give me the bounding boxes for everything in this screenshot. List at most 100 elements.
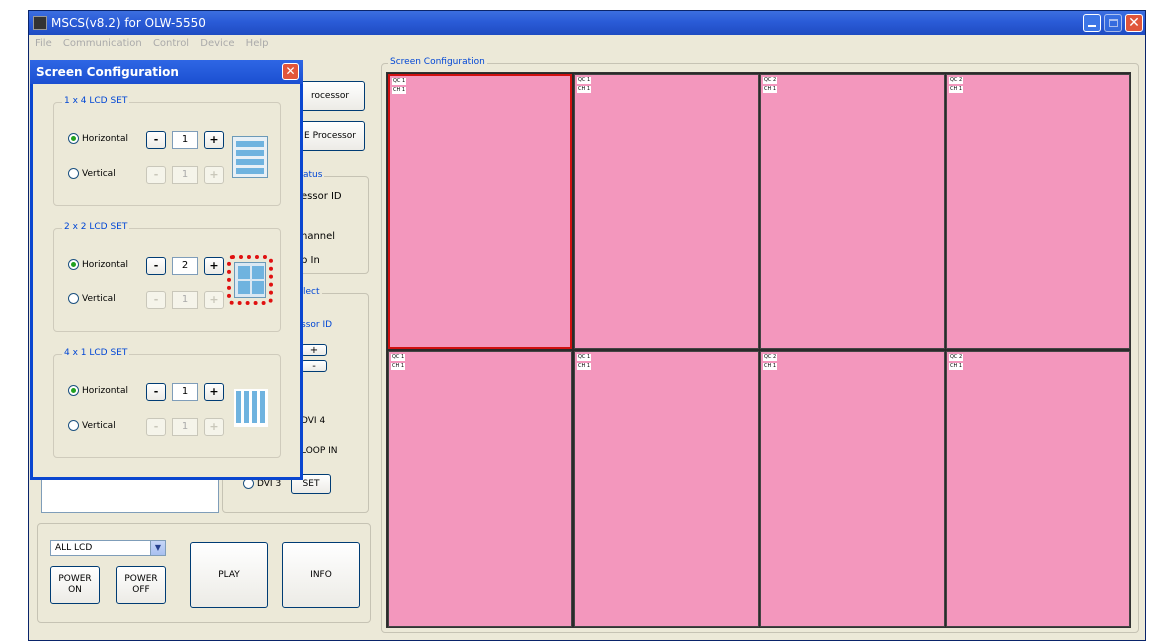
layout-1x4-icon[interactable] xyxy=(232,136,268,178)
dialog-title: Screen Configuration xyxy=(36,65,179,79)
radio-2x2-horizontal[interactable]: Horizontal xyxy=(68,259,128,270)
maximize-button[interactable] xyxy=(1104,14,1122,32)
minus-button[interactable]: - xyxy=(146,131,166,149)
layout-bar xyxy=(236,159,264,165)
layout-2x2-icon[interactable] xyxy=(234,262,266,298)
lcd-cell[interactable]: QC 1 CH 1 xyxy=(388,74,572,349)
layout-quad xyxy=(238,281,250,294)
value-field[interactable]: 2 xyxy=(172,257,198,275)
lcd-cell[interactable]: QC 1 CH 1 xyxy=(574,351,759,627)
lcd-cell[interactable]: QC 2 CH 1 xyxy=(760,74,945,349)
status-channel: hannel xyxy=(301,231,336,242)
minimize-button[interactable] xyxy=(1083,14,1101,32)
minus-button[interactable]: - xyxy=(146,418,166,436)
radio-label: Vertical xyxy=(82,168,116,179)
value-field[interactable]: 1 xyxy=(172,166,198,184)
chevron-down-icon[interactable]: ▼ xyxy=(150,541,165,555)
processor-button[interactable]: rocessor xyxy=(295,81,365,111)
lcd-cell[interactable]: QC 1 CH 1 xyxy=(388,351,572,627)
radio-dot[interactable] xyxy=(68,293,79,304)
cell-qc-label: QC 2 xyxy=(949,77,964,84)
lcd-select[interactable]: ALL LCD ▼ xyxy=(50,540,166,556)
select-minus-button[interactable]: - xyxy=(301,360,327,372)
info-button[interactable]: INFO xyxy=(282,542,360,608)
cell-ch-label: CH 1 xyxy=(577,86,592,93)
radio-4x1-horizontal[interactable]: Horizontal xyxy=(68,385,128,396)
power-off-button[interactable]: POWER OFF xyxy=(116,566,166,604)
value-field[interactable]: 1 xyxy=(172,418,198,436)
radio-dot[interactable] xyxy=(68,168,79,179)
radio-1x4-horizontal[interactable]: Horizontal xyxy=(68,133,128,144)
select-plus-button[interactable]: + xyxy=(301,344,327,356)
cell-ch-label: CH 1 xyxy=(577,363,592,370)
radio-1x4-vertical[interactable]: Vertical xyxy=(68,168,116,179)
section-2x2: 2 x 2 LCD SET Horizontal Vertical - 2 + … xyxy=(53,222,281,332)
plus-button[interactable]: + xyxy=(204,383,224,401)
menu-bar: File Communication Control Device Help xyxy=(29,35,1145,52)
cell-qc-label: QC 1 xyxy=(577,354,592,361)
select-processor-id-label: ssor ID xyxy=(301,320,333,330)
cell-ch-label: CH 1 xyxy=(949,86,964,93)
menu-communication[interactable]: Communication xyxy=(63,38,142,49)
control-group: ALL LCD ▼ POWER ON POWER OFF PLAY INFO xyxy=(37,523,371,623)
status-loop-in: p In xyxy=(301,255,320,266)
minus-button[interactable]: - xyxy=(146,257,166,275)
window-title: MSCS(v8.2) for OLW-5550 xyxy=(51,16,206,30)
power-on-button[interactable]: POWER ON xyxy=(50,566,100,604)
value-field[interactable]: 1 xyxy=(172,131,198,149)
dialog-close-button[interactable]: ✕ xyxy=(282,63,299,80)
section-1x4: 1 x 4 LCD SET Horizontal Vertical - 1 + … xyxy=(53,96,281,206)
app-icon xyxy=(33,16,47,30)
layout-quad xyxy=(252,266,264,279)
value-field[interactable]: 1 xyxy=(172,383,198,401)
cell-ch-label: CH 1 xyxy=(391,363,406,370)
cell-ch-label: CH 1 xyxy=(763,363,778,370)
radio-2x2-vertical[interactable]: Vertical xyxy=(68,293,116,304)
loop-in-option[interactable]: LOOP IN xyxy=(301,446,338,456)
radio-label: Vertical xyxy=(82,420,116,431)
layout-bar xyxy=(236,150,264,156)
se-processor-button[interactable]: E Processor xyxy=(295,121,365,151)
radio-dot[interactable] xyxy=(68,133,79,144)
radio-dot[interactable] xyxy=(68,385,79,396)
plus-button[interactable]: + xyxy=(204,291,224,309)
section-2x2-label: 2 x 2 LCD SET xyxy=(62,222,130,232)
lcd-cell[interactable]: QC 1 CH 1 xyxy=(574,74,759,349)
lcd-select-value: ALL LCD xyxy=(55,543,93,553)
dialog-title-bar: Screen Configuration ✕ xyxy=(30,60,303,84)
play-button[interactable]: PLAY xyxy=(190,542,268,608)
section-4x1: 4 x 1 LCD SET Horizontal Vertical - 1 + … xyxy=(53,348,281,458)
plus-button[interactable]: + xyxy=(204,418,224,436)
plus-button[interactable]: + xyxy=(204,257,224,275)
minus-button[interactable]: - xyxy=(146,383,166,401)
cell-qc-label: QC 2 xyxy=(763,77,778,84)
menu-help[interactable]: Help xyxy=(246,38,269,49)
layout-quad xyxy=(238,266,250,279)
screen-configuration-label: Screen Configuration xyxy=(388,57,487,67)
radio-dot[interactable] xyxy=(68,420,79,431)
lcd-cell[interactable]: QC 2 CH 1 xyxy=(946,74,1130,349)
plus-button[interactable]: + xyxy=(204,166,224,184)
status-group-label: atus xyxy=(301,170,325,180)
screen-configuration-dialog: Screen Configuration ✕ 1 x 4 LCD SET Hor… xyxy=(30,60,303,480)
radio-label: Horizontal xyxy=(82,133,128,144)
menu-control[interactable]: Control xyxy=(153,38,189,49)
dvi4-option[interactable]: DVI 4 xyxy=(301,416,325,426)
close-window-button[interactable]: ✕ xyxy=(1125,14,1143,32)
lcd-cell[interactable]: QC 2 CH 1 xyxy=(946,351,1130,627)
menu-device[interactable]: Device xyxy=(200,38,234,49)
menu-file[interactable]: File xyxy=(35,38,52,49)
cell-qc-label: QC 1 xyxy=(577,77,592,84)
minus-button[interactable]: - xyxy=(146,166,166,184)
radio-4x1-vertical[interactable]: Vertical xyxy=(68,420,116,431)
layout-4x1-icon[interactable] xyxy=(234,389,268,427)
layout-column xyxy=(252,391,257,423)
value-field[interactable]: 1 xyxy=(172,291,198,309)
radio-label: Horizontal xyxy=(82,385,128,396)
radio-dot[interactable] xyxy=(68,259,79,270)
layout-quad xyxy=(252,281,264,294)
minus-button[interactable]: - xyxy=(146,291,166,309)
layout-column xyxy=(260,391,265,423)
plus-button[interactable]: + xyxy=(204,131,224,149)
lcd-cell[interactable]: QC 2 CH 1 xyxy=(760,351,945,627)
